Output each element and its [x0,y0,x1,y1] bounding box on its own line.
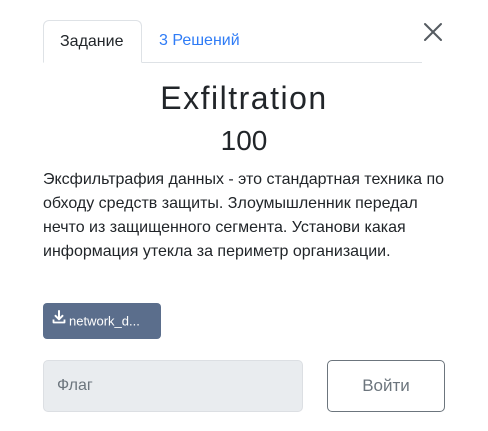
download-file-button[interactable]: network_d... [43,303,161,339]
tab-challenge[interactable]: Задание [43,20,142,63]
tab-bar: Задание 3 Решений [43,20,422,63]
submit-button[interactable]: Войти [327,360,445,412]
challenge-modal: Задание 3 Решений Exfiltration 100 Эксфи… [0,0,488,431]
download-icon [52,303,66,338]
file-name: network_d... [69,313,140,329]
challenge-title: Exfiltration [160,80,328,116]
challenge-points: 100 [220,125,268,156]
challenge-description: Эксфильтрафия данных - это стандартная т… [43,171,445,260]
tab-solves[interactable]: 3 Решений [143,20,256,62]
flag-input[interactable] [43,360,303,412]
close-button[interactable] [420,19,446,45]
close-icon [424,23,442,41]
